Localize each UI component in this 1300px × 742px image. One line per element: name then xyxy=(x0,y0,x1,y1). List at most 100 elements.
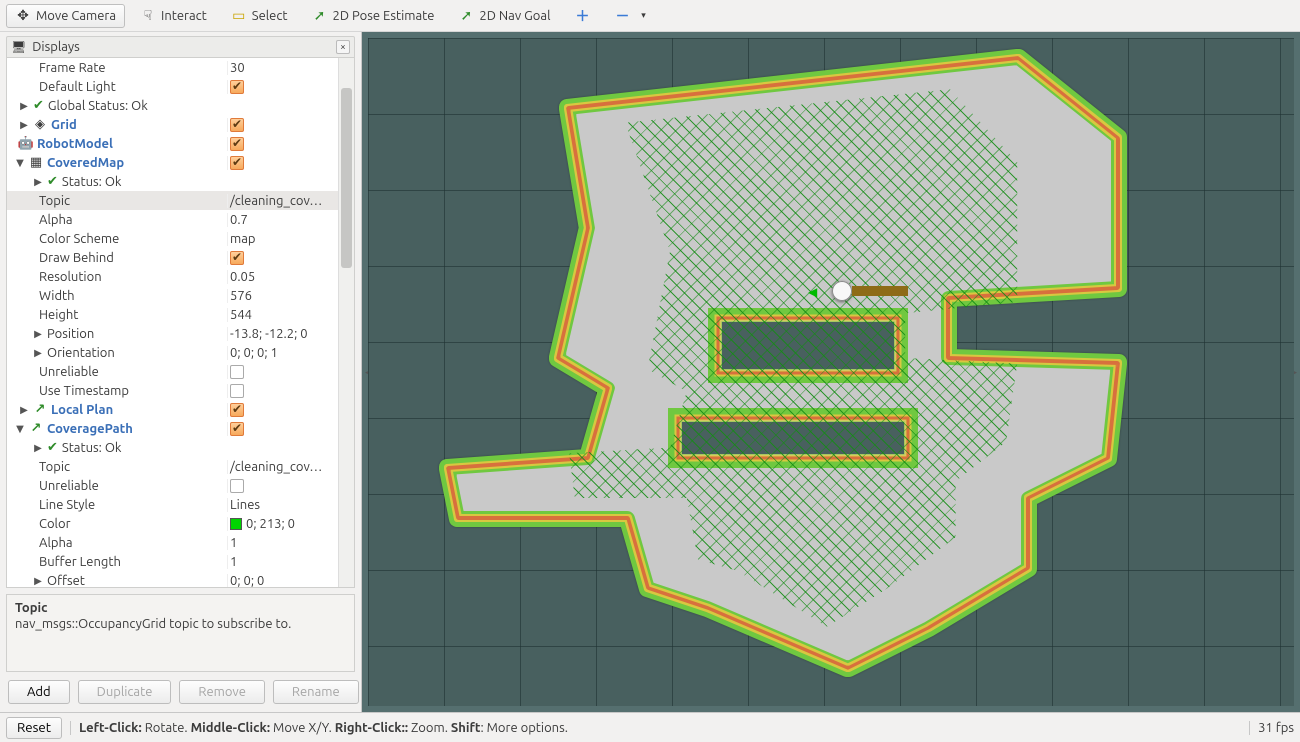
tree-value[interactable]: 0; 0; 0 xyxy=(227,574,338,588)
tree-row[interactable]: Width576 xyxy=(7,286,338,305)
move-camera-button[interactable]: ✥ Move Camera xyxy=(6,4,125,28)
expand-icon[interactable]: ▶ xyxy=(19,404,29,416)
scrollbar[interactable] xyxy=(338,58,354,587)
path-icon: ↗ xyxy=(29,421,43,436)
tree-row[interactable]: Frame Rate30 xyxy=(7,58,338,77)
checkbox[interactable] xyxy=(230,422,244,436)
tree-row[interactable]: Topic/cleaning_cov… xyxy=(7,457,338,476)
checkbox[interactable] xyxy=(230,251,244,265)
expand-icon[interactable]: ▶ xyxy=(33,176,43,188)
tree-value[interactable]: 576 xyxy=(227,289,338,303)
map-icon: ▦ xyxy=(29,155,43,170)
tree-row[interactable]: Use Timestamp xyxy=(7,381,338,400)
nav-goal-button[interactable]: ➚ 2D Nav Goal xyxy=(449,4,559,28)
pose-estimate-button[interactable]: ➚ 2D Pose Estimate xyxy=(303,4,444,28)
tree-label: Global Status: Ok xyxy=(48,99,148,113)
tree-row[interactable]: Default Light xyxy=(7,77,338,96)
tree-row[interactable]: ▼▦CoveredMap xyxy=(7,153,338,172)
tree-value[interactable]: 544 xyxy=(227,308,338,322)
expand-icon[interactable]: ▶ xyxy=(33,328,43,340)
checkbox[interactable] xyxy=(230,118,244,132)
tree-row[interactable]: ▶Position-13.8; -12.2; 0 xyxy=(7,324,338,343)
tree-value[interactable]: map xyxy=(227,232,338,246)
tree-value[interactable]: 0; 0; 0; 1 xyxy=(227,346,338,360)
tree-row[interactable]: Alpha0.7 xyxy=(7,210,338,229)
expand-icon[interactable]: ▶ xyxy=(19,100,29,112)
tree-value[interactable] xyxy=(227,365,338,379)
tree-value[interactable]: /cleaning_cov… xyxy=(227,460,338,474)
tree-value[interactable] xyxy=(227,422,338,436)
checkbox[interactable] xyxy=(230,365,244,379)
checkbox[interactable] xyxy=(230,156,244,170)
tree-row[interactable]: Color0; 213; 0 xyxy=(7,514,338,533)
close-icon[interactable]: × xyxy=(336,40,350,54)
tree-row[interactable]: Line StyleLines xyxy=(7,495,338,514)
checkbox[interactable] xyxy=(230,384,244,398)
reset-button[interactable]: Reset xyxy=(6,717,62,739)
interact-button[interactable]: ☟ Interact xyxy=(131,4,216,28)
tree-label: Topic xyxy=(39,460,70,474)
checkbox[interactable] xyxy=(230,403,244,417)
panel-buttons: Add Duplicate Remove Rename xyxy=(0,672,361,712)
expand-icon[interactable]: ▶ xyxy=(33,347,43,359)
tree-value[interactable] xyxy=(227,403,338,417)
tree-row[interactable]: ▶✔Global Status: Ok xyxy=(7,96,338,115)
tree-row[interactable]: ▶✔Status: Ok xyxy=(7,172,338,191)
tree-value[interactable] xyxy=(227,156,338,170)
tree-value[interactable] xyxy=(227,479,338,493)
checkbox[interactable] xyxy=(230,137,244,151)
tree-value[interactable]: 30 xyxy=(227,61,338,75)
tree-value[interactable] xyxy=(227,80,338,94)
tree-value[interactable] xyxy=(227,384,338,398)
tree-value[interactable]: 0.7 xyxy=(227,213,338,227)
tree-row[interactable]: Topic/cleaning_cov… xyxy=(7,191,338,210)
tree-row[interactable]: 🤖RobotModel xyxy=(7,134,338,153)
tree-row[interactable]: Unreliable xyxy=(7,476,338,495)
tree-value[interactable] xyxy=(227,118,338,132)
tree-value[interactable]: -13.8; -12.2; 0 xyxy=(227,327,338,341)
expand-icon[interactable]: ▶ xyxy=(33,575,43,587)
tree-label: Orientation xyxy=(47,346,115,360)
expand-icon[interactable]: ▼ xyxy=(15,157,25,169)
checkbox[interactable] xyxy=(230,479,244,493)
pose-estimate-icon: ➚ xyxy=(312,8,328,24)
robot-marker xyxy=(832,281,852,301)
expand-icon[interactable]: ▶ xyxy=(33,442,43,454)
tree-row[interactable]: ▶Offset0; 0; 0 xyxy=(7,571,338,587)
tree-row[interactable]: Draw Behind xyxy=(7,248,338,267)
tree-value[interactable]: 1 xyxy=(227,536,338,550)
tree-row[interactable]: Resolution0.05 xyxy=(7,267,338,286)
tree-row[interactable]: Buffer Length1 xyxy=(7,552,338,571)
minus-button[interactable]: － ▾ xyxy=(605,4,660,28)
tree-row[interactable]: Alpha1 xyxy=(7,533,338,552)
tree-row[interactable]: ▶◈Grid xyxy=(7,115,338,134)
tree-row[interactable]: Height544 xyxy=(7,305,338,324)
add-button[interactable]: Add xyxy=(8,680,70,704)
tree-row[interactable]: ▶ Orientation 0; 0; 0; 1 xyxy=(7,343,338,362)
rename-button: Rename xyxy=(273,680,359,704)
tree-label: Status: Ok xyxy=(62,441,122,455)
tree-value[interactable] xyxy=(227,137,338,151)
tree-value[interactable]: 1 xyxy=(227,555,338,569)
tree-row[interactable]: ▶✔Status: Ok xyxy=(7,438,338,457)
tree-row[interactable]: ▼↗CoveragePath xyxy=(7,419,338,438)
plus-button[interactable]: ＋ xyxy=(565,4,599,28)
tree-value[interactable]: /cleaning_cov… xyxy=(227,194,338,208)
tree-row[interactable]: Unreliable xyxy=(7,362,338,381)
display-tree[interactable]: Frame Rate30Default Light▶✔Global Status… xyxy=(7,58,338,587)
tree-value[interactable] xyxy=(227,251,338,265)
render-view[interactable]: ◂ ▸ xyxy=(362,32,1300,712)
checkbox[interactable] xyxy=(230,80,244,94)
tree-value[interactable]: Lines xyxy=(227,498,338,512)
tree-label: RobotModel xyxy=(37,137,113,151)
tree-value[interactable]: 0; 213; 0 xyxy=(227,517,338,531)
select-button[interactable]: ▭ Select xyxy=(222,4,297,28)
mouse-hints: Left-Click: Rotate. Middle-Click: Move X… xyxy=(70,721,1241,735)
tree-row[interactable]: Color Schememap xyxy=(7,229,338,248)
status-bar: Reset Left-Click: Rotate. Middle-Click: … xyxy=(0,712,1300,742)
move-camera-icon: ✥ xyxy=(15,8,31,24)
tree-value[interactable]: 0.05 xyxy=(227,270,338,284)
tree-row[interactable]: ▶↗Local Plan xyxy=(7,400,338,419)
expand-icon[interactable]: ▼ xyxy=(15,423,25,435)
expand-icon[interactable]: ▶ xyxy=(19,119,29,131)
